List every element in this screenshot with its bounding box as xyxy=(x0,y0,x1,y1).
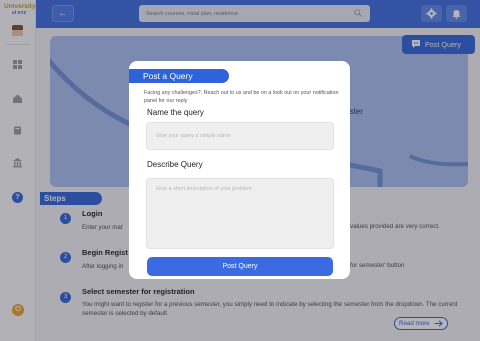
modal-subtitle: Facing any challenges?, Reach out to us … xyxy=(144,90,339,104)
query-description-label: Describe Query xyxy=(147,160,203,169)
submit-query-button[interactable]: Post Query xyxy=(147,257,333,276)
modal-title: Post a Query xyxy=(129,69,229,83)
query-name-label: Name the query xyxy=(147,108,204,117)
query-description-input[interactable] xyxy=(146,178,334,249)
query-name-input[interactable] xyxy=(146,122,334,150)
post-query-modal: Post a Query Facing any challenges?, Rea… xyxy=(129,61,350,279)
